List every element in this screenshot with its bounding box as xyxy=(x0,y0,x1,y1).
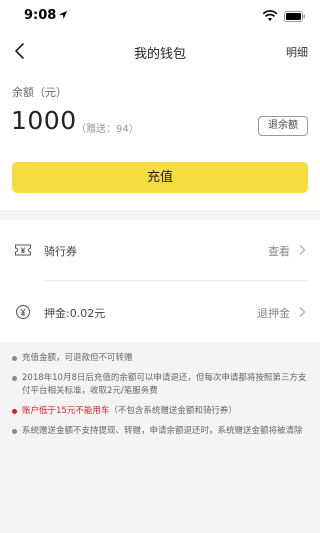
bullet-dot xyxy=(12,356,17,361)
detail-link[interactable]: 明细 xyxy=(286,44,308,60)
note-text: 2018年10月8日后充值的余额可以申请退还，但每次申请都将按照第三方支付平台相… xyxy=(22,373,307,396)
note-text: 系统赠送金额不支持提现、转赠，申请余额退还时，系统赠送金额将被清除 xyxy=(22,426,303,436)
warning-note: （不包含系统赠送金额和骑行券） xyxy=(109,406,237,416)
deposit-label: 押金:0.02元 xyxy=(44,307,106,320)
notes-section: 充值金额，可退款但不可转赠 2018年10月8日后充值的余额可以申请退还，但每次… xyxy=(0,342,320,533)
note-text: 充值金额，可退款但不可转赠 xyxy=(22,353,133,363)
chevron-right-icon xyxy=(299,307,306,317)
note-item: 2018年10月8日后充值的余额可以申请退还，但每次申请都将按照第三方支付平台相… xyxy=(0,372,320,398)
recharge-button[interactable]: 充值 xyxy=(12,162,308,193)
bullet-dot xyxy=(12,376,17,381)
page-title: 我的钱包 xyxy=(133,47,186,62)
wallet-list: 骑行券 查看 押金:0.02元 退押金 xyxy=(0,220,320,342)
warning-text: 账户低于15元不能用车 xyxy=(22,406,110,416)
status-bar: 9:08 xyxy=(0,0,320,36)
refund-balance-button[interactable]: 退余额 xyxy=(258,116,308,136)
bullet-dot xyxy=(12,429,17,434)
ride-coupon-label: 骑行券 xyxy=(44,245,77,258)
list-item-ride-coupon[interactable]: 骑行券 查看 xyxy=(0,220,320,280)
view-link[interactable]: 查看 xyxy=(268,243,290,259)
coupon-icon xyxy=(15,244,31,256)
warning-dot xyxy=(12,409,17,414)
note-item-warning: 账户低于15元不能用车（不包含系统赠送金额和骑行券） xyxy=(0,405,320,418)
refund-deposit-link[interactable]: 退押金 xyxy=(257,305,290,321)
note-item: 系统赠送金额不支持提现、转赠，申请余额退还时，系统赠送金额将被清除 xyxy=(0,425,320,438)
battery-icon xyxy=(284,11,305,22)
balance-amount: 1000 xyxy=(11,106,77,135)
status-time: 9:08 xyxy=(24,8,57,23)
divider xyxy=(44,280,308,281)
list-item-deposit[interactable]: 押金:0.02元 退押金 xyxy=(0,282,320,342)
balance-label: 余额（元） xyxy=(12,86,67,99)
nav-bar: 我的钱包 明细 xyxy=(0,36,320,66)
wifi-icon xyxy=(262,10,278,21)
deposit-yen-icon xyxy=(16,305,30,319)
balance-card: 余额（元） 1000 （赠送：94） 退余额 充值 xyxy=(0,66,320,210)
note-item: 充值金额，可退款但不可转赠 xyxy=(0,352,320,365)
gift-amount: （赠送：94） xyxy=(76,124,139,135)
location-arrow-icon xyxy=(59,11,67,19)
chevron-right-icon xyxy=(299,245,306,255)
